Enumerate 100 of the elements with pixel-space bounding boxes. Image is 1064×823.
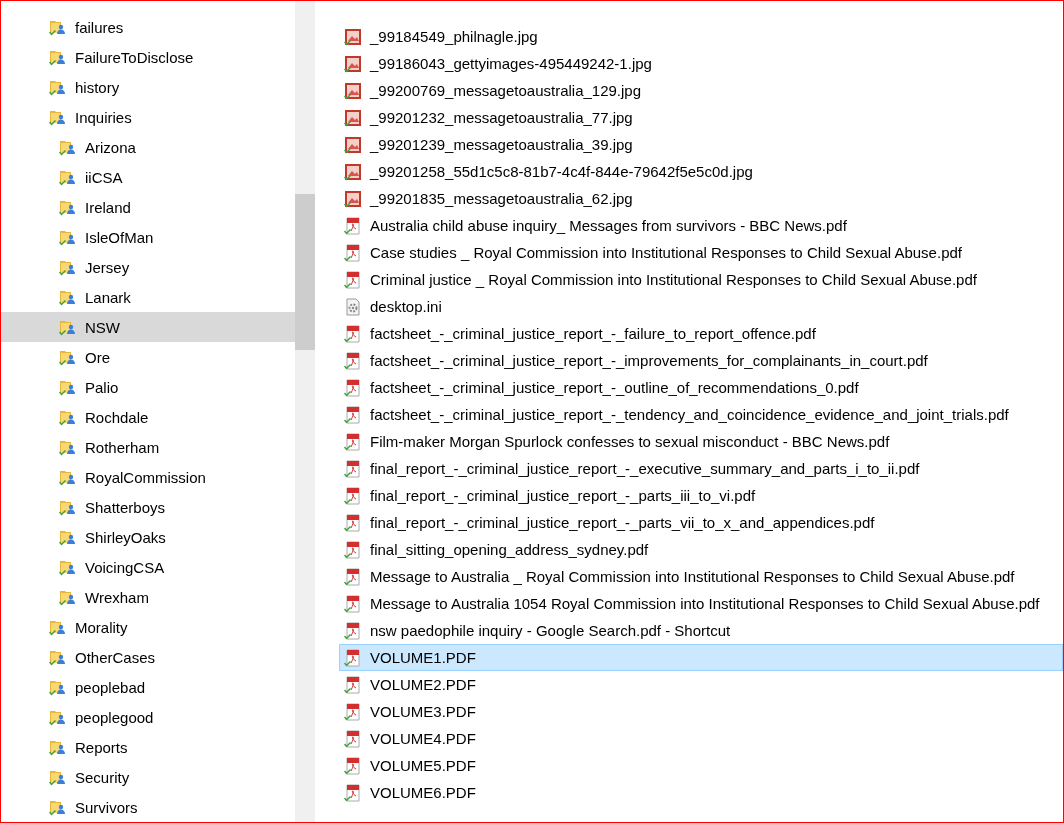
shared-folder-icon [49, 738, 67, 756]
shared-folder-icon [59, 168, 77, 186]
image-file-icon [344, 108, 362, 127]
tree-item[interactable]: Reports [1, 732, 295, 762]
tree-item[interactable]: Ireland [1, 192, 295, 222]
file-item[interactable]: Film-maker Morgan Spurlock confesses to sexual misconduct - BBC News.pdf [339, 428, 1063, 455]
pdf-file-icon [344, 486, 362, 505]
tree-item[interactable]: Palio [1, 372, 295, 402]
pdf-file-icon [344, 432, 362, 451]
scrollbar-thumb[interactable] [295, 194, 315, 350]
tree-item[interactable]: Ore [1, 342, 295, 372]
pdf-file-icon [344, 702, 362, 721]
pdf-file-icon [344, 675, 362, 694]
file-item[interactable]: Message to Australia _ Royal Commission into Institutional Responses to Child Sexual Abuse.pdf [339, 563, 1063, 590]
pdf-file-icon [344, 513, 362, 532]
image-file-icon [344, 81, 362, 100]
pdf-file-icon [344, 378, 362, 397]
tree-item[interactable]: NSW [1, 312, 295, 342]
tree-item[interactable]: Rochdale [1, 402, 295, 432]
scrollbar[interactable] [295, 1, 315, 822]
file-item[interactable]: _99201239_messagetoaustralia_39.jpg [339, 131, 1063, 158]
tree-item[interactable]: peoplebad [1, 672, 295, 702]
shared-folder-icon [49, 48, 67, 66]
tree-item[interactable]: Shatterboys [1, 492, 295, 522]
pdf-file-icon [344, 243, 362, 262]
shared-folder-icon [49, 18, 67, 36]
shared-folder-icon [59, 558, 77, 576]
file-item[interactable]: factsheet_-_criminal_justice_report_-_tendency_and_coincidence_evidence_and_joint_trials.pdf [339, 401, 1063, 428]
file-item[interactable]: Australia child abuse inquiry_ Messages from survivors - BBC News.pdf [339, 212, 1063, 239]
pdf-file-icon [344, 756, 362, 775]
shared-folder-icon [49, 108, 67, 126]
file-item[interactable]: factsheet_-_criminal_justice_report_-_improvements_for_complainants_in_court.pdf [339, 347, 1063, 374]
file-item[interactable]: nsw paedophile inquiry - Google Search.pdf - Shortcut [339, 617, 1063, 644]
shared-folder-icon [59, 378, 77, 396]
tree-item[interactable]: Morality [1, 612, 295, 642]
tree-item[interactable]: Security [1, 762, 295, 792]
file-item[interactable]: final_sitting_opening_address_sydney.pdf [339, 536, 1063, 563]
shared-folder-icon [59, 138, 77, 156]
tree-item[interactable]: RoyalCommission [1, 462, 295, 492]
tree-item[interactable]: Survivors [1, 792, 295, 822]
tree-item[interactable]: history [1, 72, 295, 102]
shared-folder-icon [59, 528, 77, 546]
shared-folder-icon [59, 198, 77, 216]
tree-item[interactable]: ShirleyOaks [1, 522, 295, 552]
file-item[interactable]: VOLUME4.PDF [339, 725, 1063, 752]
file-item[interactable]: final_report_-_criminal_justice_report_-_parts_vii_to_x_and_appendices.pdf [339, 509, 1063, 536]
file-item[interactable]: final_report_-_criminal_justice_report_-_parts_iii_to_vi.pdf [339, 482, 1063, 509]
file-item[interactable]: _99201258_55d1c5c8-81b7-4c4f-844e-79642f5e5c0d.jpg [339, 158, 1063, 185]
shared-folder-icon [59, 228, 77, 246]
tree-item[interactable]: Rotherham [1, 432, 295, 462]
file-item[interactable]: _99201232_messagetoaustralia_77.jpg [339, 104, 1063, 131]
file-item[interactable]: VOLUME1.PDF [339, 644, 1063, 671]
shared-folder-icon [49, 678, 67, 696]
tree-item[interactable]: Jersey [1, 252, 295, 282]
file-item[interactable]: factsheet_-_criminal_justice_report_-_failure_to_report_offence.pdf [339, 320, 1063, 347]
file-item[interactable]: VOLUME5.PDF [339, 752, 1063, 779]
tree-item[interactable]: Arizona [1, 132, 295, 162]
tree-item[interactable]: peoplegood [1, 702, 295, 732]
shared-folder-icon [59, 348, 77, 366]
shared-folder-icon [59, 288, 77, 306]
tree-item[interactable]: iiCSA [1, 162, 295, 192]
tree-item[interactable]: IsleOfMan [1, 222, 295, 252]
file-item[interactable]: Criminal justice _ Royal Commission into Institutional Responses to Child Sexual Abuse.pdf [339, 266, 1063, 293]
file-item[interactable]: _99201835_messagetoaustralia_62.jpg [339, 185, 1063, 212]
file-item[interactable]: _99186043_gettyimages-495449242-1.jpg [339, 50, 1063, 77]
file-item[interactable]: VOLUME2.PDF [339, 671, 1063, 698]
tree-item[interactable]: Wrexham [1, 582, 295, 612]
file-item[interactable]: _99200769_messagetoaustralia_129.jpg [339, 77, 1063, 104]
file-item[interactable]: Message to Australia 1054 Royal Commission into Institutional Responses to Child Sexual Abuse.pdf [339, 590, 1063, 617]
pdf-file-icon [344, 648, 362, 667]
pdf-file-icon [344, 567, 362, 586]
shared-folder-icon [59, 588, 77, 606]
pdf-file-icon [344, 216, 362, 235]
shared-folder-icon [49, 768, 67, 786]
file-item[interactable]: _99184549_philnagle.jpg [339, 23, 1063, 50]
image-file-icon [344, 162, 362, 181]
file-item[interactable]: factsheet_-_criminal_justice_report_-_outline_of_recommendations_0.pdf [339, 374, 1063, 401]
tree-item[interactable]: Inquiries [1, 102, 295, 132]
tree-item[interactable]: failures [1, 12, 295, 42]
file-item[interactable]: desktop.ini [339, 293, 1063, 320]
file-item[interactable]: Case studies _ Royal Commission into Institutional Responses to Child Sexual Abuse.pdf [339, 239, 1063, 266]
file-item[interactable]: final_report_-_criminal_justice_report_-_executive_summary_and_parts_i_to_ii.pdf [339, 455, 1063, 482]
tree-item[interactable]: FailureToDisclose [1, 42, 295, 72]
shared-folder-icon [49, 708, 67, 726]
file-item[interactable]: VOLUME3.PDF [339, 698, 1063, 725]
shared-folder-icon [59, 258, 77, 276]
image-file-icon [344, 189, 362, 208]
pdf-file-icon [344, 729, 362, 748]
tree-item[interactable]: Lanark [1, 282, 295, 312]
pdf-file-icon [344, 783, 362, 802]
settings-file-icon [344, 297, 362, 316]
shared-folder-icon [49, 78, 67, 96]
tree-item[interactable]: OtherCases [1, 642, 295, 672]
shared-folder-icon [49, 798, 67, 816]
tree-item[interactable]: VoicingCSA [1, 552, 295, 582]
shared-folder-icon [59, 408, 77, 426]
pdf-file-icon [344, 594, 362, 613]
shared-folder-icon [59, 498, 77, 516]
image-file-icon [344, 135, 362, 154]
file-item[interactable]: VOLUME6.PDF [339, 779, 1063, 806]
